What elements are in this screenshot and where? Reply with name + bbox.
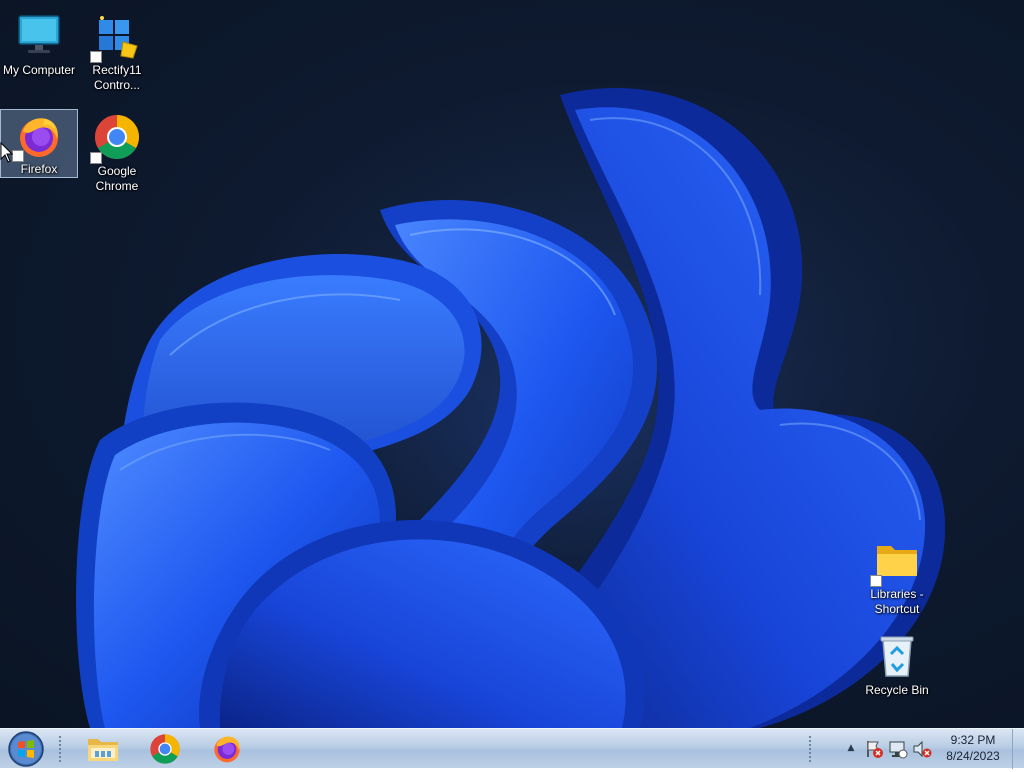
recycle-bin-icon	[872, 631, 922, 681]
clock-time: 9:32 PM	[950, 733, 996, 747]
chrome-icon	[90, 112, 142, 164]
taskbar-grip[interactable]	[58, 735, 62, 763]
desktop-icon-libraries-shortcut[interactable]: Libraries - Shortcut	[858, 532, 936, 618]
desktop[interactable]: My Computer Rectify11 Contro... Firefox …	[0, 0, 1024, 728]
shortcut-arrow-icon	[90, 152, 102, 164]
show-desktop-button[interactable]	[1012, 729, 1024, 769]
taskbar: ▲ 9:32 PM 8/24/2023	[0, 728, 1024, 769]
desktop-icon-label: Rectify11 Contro...	[92, 63, 142, 92]
chevron-up-icon[interactable]: ▲	[844, 741, 858, 755]
control-panel-icon	[90, 11, 142, 63]
desktop-icon-label: My Computer	[2, 63, 76, 77]
start-button[interactable]	[6, 730, 46, 768]
volume-muted-icon[interactable]	[912, 739, 932, 759]
clock-date: 8/24/2023	[946, 749, 1000, 763]
taskbar-file-explorer-button[interactable]	[74, 731, 132, 767]
windows-start-icon	[8, 731, 44, 767]
network-icon[interactable]	[888, 739, 908, 759]
desktop-icon-label: Firefox	[20, 162, 58, 176]
desktop-icon-label: Recycle Bin	[865, 683, 929, 697]
folder-icon	[870, 535, 922, 587]
system-clock[interactable]: 9:32 PM 8/24/2023	[936, 732, 1010, 766]
firefox-icon	[214, 736, 240, 763]
desktop-icon-my-computer[interactable]: My Computer	[0, 8, 78, 79]
mouse-cursor-icon	[0, 142, 14, 163]
desktop-icon-google-chrome[interactable]: Google Chrome	[78, 109, 156, 195]
desktop-icon-label: Google Chrome	[95, 164, 139, 193]
desktop-icon-recycle-bin[interactable]: Recycle Bin	[858, 628, 936, 699]
shortcut-arrow-icon	[870, 575, 882, 587]
firefox-icon	[12, 112, 64, 162]
file-explorer-icon	[88, 739, 118, 761]
chrome-icon	[150, 734, 180, 764]
computer-icon	[14, 11, 64, 61]
action-center-warning-icon[interactable]	[864, 739, 884, 759]
taskbar-firefox-button[interactable]	[198, 731, 256, 767]
desktop-icon-rectify11-control[interactable]: Rectify11 Contro...	[78, 8, 156, 94]
shortcut-arrow-icon	[90, 51, 102, 63]
tray-grip[interactable]	[808, 735, 812, 763]
taskbar-chrome-button[interactable]	[136, 731, 194, 767]
desktop-icon-label: Libraries - Shortcut	[870, 587, 924, 616]
